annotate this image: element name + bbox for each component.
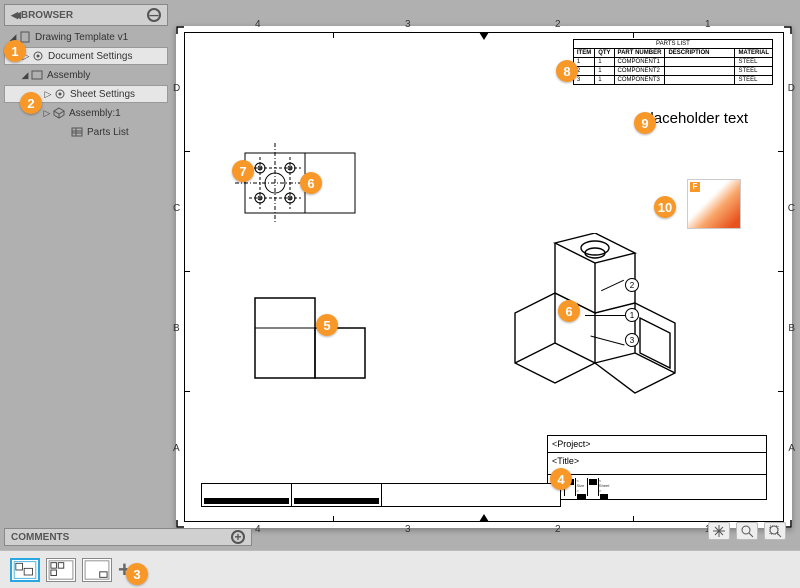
parts-header: ITEM xyxy=(573,49,594,58)
gear-icon xyxy=(53,87,67,101)
ruler-num: 2 xyxy=(555,524,561,535)
ruler-num: 1 xyxy=(705,19,711,30)
browser-tree: ◢ Drawing Template v1 ▷ Document Setting… xyxy=(4,28,168,141)
callout-badge-1: 1 xyxy=(4,40,26,62)
callout-badge-4: 4 xyxy=(550,468,572,490)
ruler-num: 2 xyxy=(555,19,561,30)
ruler-num: 4 xyxy=(255,524,261,535)
gear-icon xyxy=(31,49,45,63)
chevron-right-icon[interactable]: ▷ xyxy=(42,108,52,119)
tree-label: Drawing Template v1 xyxy=(35,32,128,43)
parts-list-block: PARTS LIST ITEM QTY PART NUMBER DESCRIPT… xyxy=(573,39,773,85)
chevron-right-icon[interactable]: ▷ xyxy=(43,89,53,100)
balloon: 3 xyxy=(625,333,639,347)
ruler-letter: D xyxy=(788,83,795,94)
footer-block xyxy=(201,483,561,507)
callout-badge-3: 3 xyxy=(126,563,148,585)
tree-item-document-settings[interactable]: ▷ Document Settings xyxy=(4,47,168,65)
tree-item-assembly[interactable]: ◢ Assembly xyxy=(4,66,168,84)
callout-badge-2: 2 xyxy=(20,92,42,114)
drawing-canvas[interactable]: 4 3 2 1 4 3 2 1 D C B A D C B A xyxy=(176,26,792,528)
parts-header: MATERIAL xyxy=(735,49,773,58)
pan-icon[interactable] xyxy=(708,522,730,540)
balloon: 2 xyxy=(625,278,639,292)
callout-badge-10: 10 xyxy=(654,196,676,218)
ruler-num: 4 xyxy=(255,19,261,30)
tree-label: Assembly xyxy=(47,70,90,81)
table-icon xyxy=(70,125,84,139)
tree-label: Assembly:1 xyxy=(69,108,121,119)
ruler-letter: C xyxy=(788,203,795,214)
callout-badge-8: 8 xyxy=(556,60,578,82)
minimize-icon[interactable]: － xyxy=(147,8,161,22)
view-nav-toolbar xyxy=(708,522,786,540)
table-row: 31COMPONENT3STEEL xyxy=(573,76,772,85)
parts-header: QTY xyxy=(595,49,614,58)
add-comment-icon[interactable]: + xyxy=(231,530,245,544)
sheet-thumb[interactable] xyxy=(10,558,40,582)
balloon: 1 xyxy=(625,308,639,322)
tree-item-parts-list[interactable]: Parts List xyxy=(4,123,168,141)
browser-header: ◀◀ BROWSER － xyxy=(4,4,168,26)
callout-badge-6a: 6 xyxy=(300,172,322,194)
fusion-logo: F xyxy=(687,179,741,229)
zoom-icon[interactable] xyxy=(736,522,758,540)
ruler-letter: D xyxy=(173,83,180,94)
table-row: 21COMPONENT2STEEL xyxy=(573,67,772,76)
sheet-frame: 4 3 2 1 4 3 2 1 D C B A D C B A xyxy=(184,32,784,522)
tree-label: Document Settings xyxy=(48,51,133,62)
ruler-num: 3 xyxy=(405,19,411,30)
tree-label: Sheet Settings xyxy=(70,89,135,100)
collapse-double-arrow-icon[interactable]: ◀◀ xyxy=(11,10,17,21)
tree-label: Parts List xyxy=(87,127,129,138)
callout-badge-7: 7 xyxy=(232,160,254,182)
placeholder-text: Placeholder text xyxy=(640,111,748,128)
cube-icon xyxy=(52,106,66,120)
parts-list-table: ITEM QTY PART NUMBER DESCRIPTION MATERIA… xyxy=(573,48,773,85)
title-block-title: <Title> xyxy=(547,452,767,474)
parts-header: PART NUMBER xyxy=(614,49,665,58)
zoom-fit-icon[interactable] xyxy=(764,522,786,540)
ruler-num: 3 xyxy=(405,524,411,535)
view-isometric[interactable] xyxy=(495,233,695,403)
browser-title: BROWSER xyxy=(21,10,73,21)
comments-title: COMMENTS xyxy=(11,532,69,543)
callout-badge-9: 9 xyxy=(634,112,656,134)
parts-list-title: PARTS LIST xyxy=(573,39,773,48)
sheet-tab-bar: + xyxy=(0,550,800,588)
browser-panel: ◀◀ BROWSER － ◢ Drawing Template v1 ▷ Doc… xyxy=(4,4,168,142)
ruler-letter: B xyxy=(173,323,180,334)
title-block-project: <Project> xyxy=(547,435,767,452)
callout-badge-5: 5 xyxy=(316,314,338,336)
ruler-letter: A xyxy=(173,443,180,454)
tree-item-drawing-template[interactable]: ◢ Drawing Template v1 xyxy=(4,28,168,46)
sheet-thumb[interactable] xyxy=(46,558,76,582)
center-marker-icon xyxy=(479,32,489,40)
comments-panel-header: COMMENTS + xyxy=(4,528,252,546)
chevron-down-icon[interactable]: ◢ xyxy=(20,70,30,81)
callout-badge-6b: 6 xyxy=(558,300,580,322)
view-front[interactable] xyxy=(245,288,375,388)
title-block: <Project> <Title> Drawn By < Size > < Sh… xyxy=(547,435,767,507)
ruler-letter: A xyxy=(788,443,795,454)
sheet-thumb[interactable] xyxy=(82,558,112,582)
sheet-icon xyxy=(30,68,44,82)
table-row: 11COMPONENT1STEEL xyxy=(573,58,772,67)
ruler-letter: B xyxy=(788,323,795,334)
parts-header: DESCRIPTION xyxy=(665,49,735,58)
ruler-letter: C xyxy=(173,203,180,214)
center-marker-icon xyxy=(479,514,489,522)
